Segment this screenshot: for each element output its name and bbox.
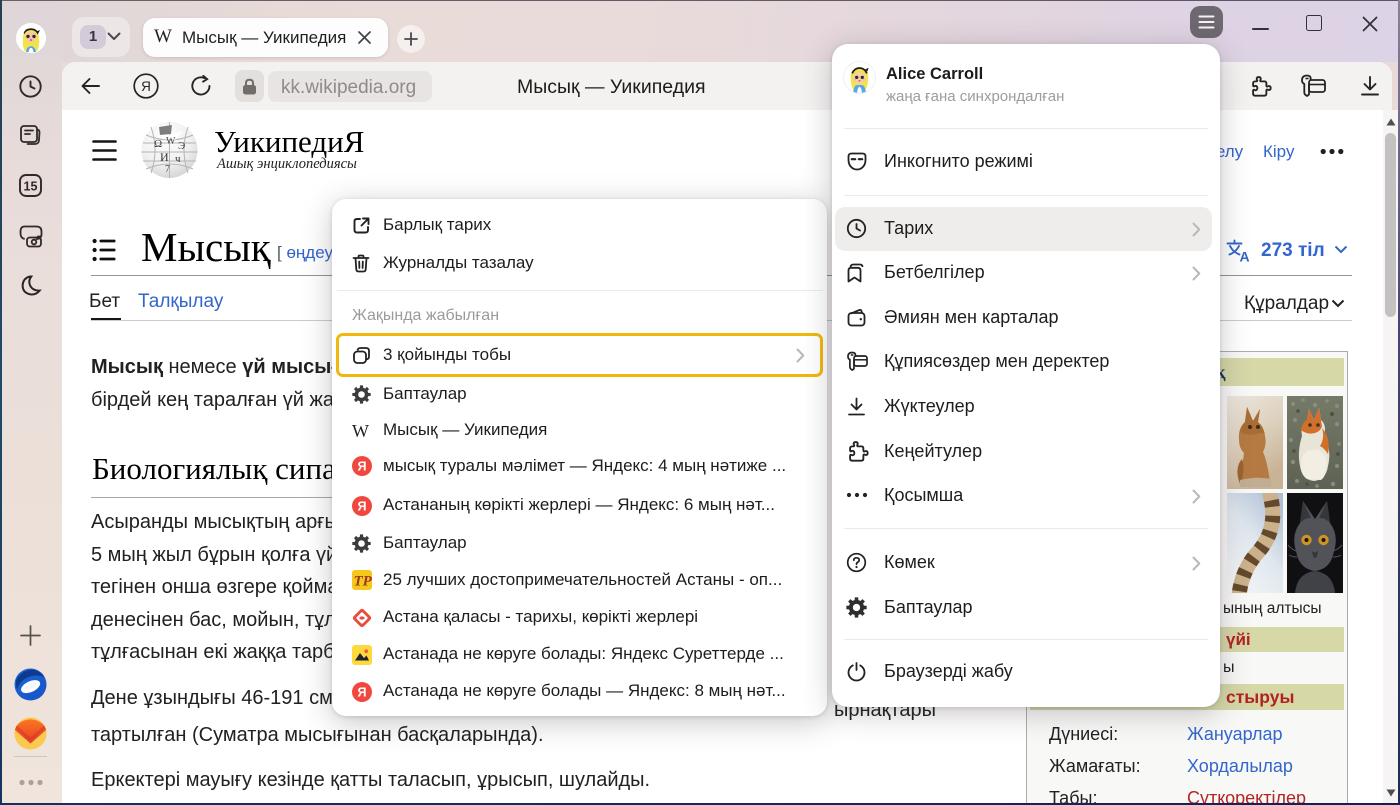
svg-text:7: 7 <box>165 164 170 175</box>
svg-text:ч: ч <box>175 153 181 165</box>
svg-text:Я: Я <box>141 79 151 94</box>
svg-text:Э: Э <box>178 140 185 152</box>
svg-text:Ω: Ω <box>154 138 162 150</box>
svg-text:W: W <box>166 136 176 147</box>
svg-text:Я: Я <box>358 500 367 514</box>
svg-text:И: И <box>160 150 169 164</box>
svg-text:15: 15 <box>24 179 38 193</box>
svg-text:Я: Я <box>358 460 367 474</box>
svg-text:TP: TP <box>354 574 373 590</box>
svg-text:A: A <box>1240 249 1250 263</box>
svg-text:Я: Я <box>358 686 367 700</box>
